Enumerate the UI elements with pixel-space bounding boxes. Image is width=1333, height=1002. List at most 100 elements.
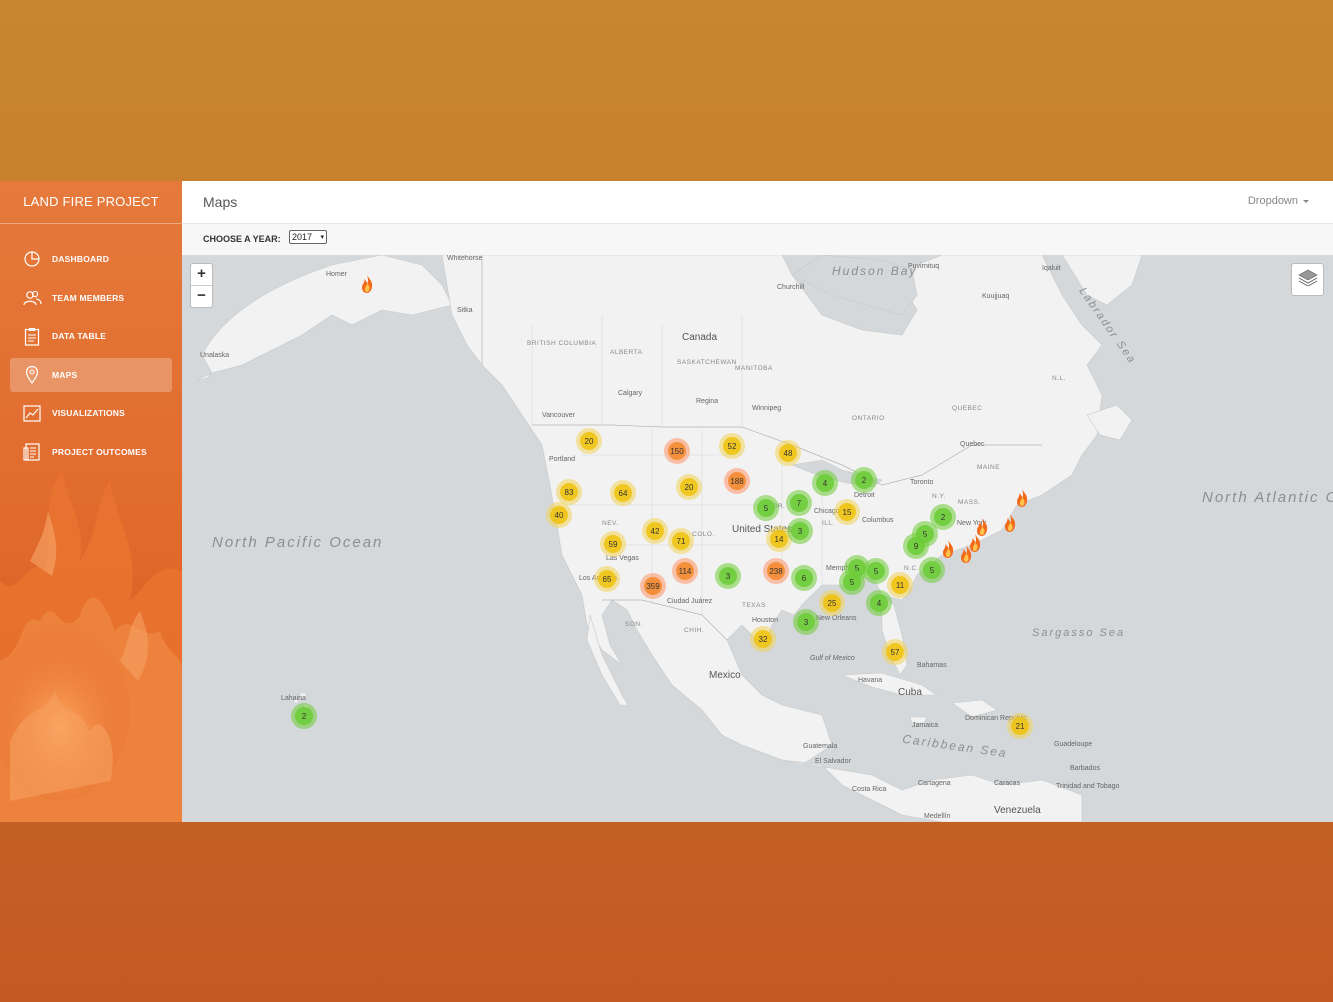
cluster-marker[interactable]: 7 (786, 490, 812, 516)
cluster-marker[interactable]: 3 (715, 563, 741, 589)
place-label: Guadeloupe (1054, 741, 1093, 748)
cluster-marker[interactable]: 4 (812, 470, 838, 496)
cluster-count: 150 (668, 442, 686, 460)
cluster-marker[interactable]: 188 (724, 468, 750, 494)
cluster-marker[interactable]: 52 (719, 433, 745, 459)
cluster-marker[interactable]: 3 (793, 609, 819, 635)
region-label: ILL. (822, 520, 835, 527)
region-label: N.C. (904, 565, 919, 572)
cluster-marker[interactable]: 21 (1007, 713, 1033, 739)
cluster-marker[interactable]: 9 (903, 533, 929, 559)
region-label: N.Y. (932, 493, 946, 500)
fire-icon[interactable] (940, 539, 956, 559)
cluster-marker[interactable]: 5 (753, 495, 779, 521)
region-label: COLO. (692, 531, 715, 538)
cluster-marker[interactable]: 2 (851, 467, 877, 493)
filter-bar: CHOOSE A YEAR: 2017 ▾ (182, 224, 1333, 255)
cluster-count: 71 (672, 532, 690, 550)
place-label: Barbados (1070, 765, 1100, 772)
cluster-marker[interactable]: 42 (642, 518, 668, 544)
cluster-count: 5 (757, 499, 775, 517)
sidebar-item-maps[interactable]: MAPS (10, 357, 172, 392)
cluster-marker[interactable]: 65 (594, 566, 620, 592)
document-icon (21, 441, 43, 463)
sea-label-hudson-bay: Hudson Bay (832, 264, 918, 278)
cluster-marker[interactable]: 20 (676, 474, 702, 500)
cluster-count: 359 (644, 577, 662, 595)
cluster-count: 11 (891, 576, 909, 594)
cluster-marker[interactable]: 5 (839, 569, 865, 595)
sidebar-item-label: VISUALIZATIONS (52, 408, 126, 418)
cluster-marker[interactable]: 25 (819, 590, 845, 616)
cluster-count: 59 (604, 535, 622, 553)
place-label: Houston (752, 617, 779, 624)
place-label: Kuujjuaq (982, 293, 1010, 300)
map-canvas[interactable]: North Pacific Ocean North Atlantic Ocean… (182, 255, 1333, 822)
cluster-marker[interactable]: 48 (775, 440, 801, 466)
cluster-count: 3 (797, 613, 815, 631)
team-icon (21, 287, 43, 309)
cluster-count: 52 (723, 437, 741, 455)
place-label: Lahaina (281, 695, 306, 702)
fire-icon[interactable] (958, 544, 974, 564)
place-label: Iqaluit (1042, 265, 1061, 272)
cluster-marker[interactable]: 359 (640, 573, 666, 599)
place-label: Havana (858, 677, 883, 684)
cluster-marker[interactable]: 40 (546, 502, 572, 528)
place-label: Columbus (862, 517, 894, 524)
fire-icon[interactable] (1014, 488, 1030, 508)
place-label: Costa Rica (852, 786, 887, 793)
cluster-marker[interactable]: 5 (863, 558, 889, 584)
dropdown-label: Dropdown (1247, 195, 1298, 207)
place-label: Detroit (854, 492, 875, 499)
brand-title[interactable]: LAND FIRE PROJECT (0, 181, 182, 224)
cluster-count: 21 (1011, 717, 1029, 735)
fire-icon[interactable] (1002, 513, 1018, 533)
sidebar-item-dashboard[interactable]: DASHBOARD (10, 242, 172, 276)
sidebar-item-label: DASHBOARD (52, 254, 110, 264)
sidebar-item-visualizations[interactable]: VISUALIZATIONS (10, 396, 172, 430)
ocean-label-pacific: North Pacific Ocean (212, 534, 384, 551)
cluster-marker[interactable]: 59 (600, 531, 626, 557)
cluster-count: 5 (923, 561, 941, 579)
layers-icon (1297, 268, 1318, 291)
place-label: Trinidad and Tobago (1056, 783, 1120, 790)
sidebar-item-team-members[interactable]: TEAM MEMBERS (10, 281, 172, 315)
cluster-marker[interactable]: 64 (610, 480, 636, 506)
region-label: ONTARIO (852, 415, 885, 422)
zoom-out-button[interactable]: − (191, 286, 212, 307)
region-label: TEXAS (742, 602, 766, 609)
zoom-in-button[interactable]: + (191, 264, 212, 286)
dropdown-menu[interactable]: Dropdown (1248, 195, 1309, 207)
dashboard-icon (21, 248, 43, 270)
fire-icon[interactable] (359, 274, 375, 294)
cluster-marker[interactable]: 15 (834, 499, 860, 525)
cluster-marker[interactable]: 4 (866, 590, 892, 616)
cluster-marker[interactable]: 32 (750, 626, 776, 652)
place-label: Guatemala (803, 743, 838, 750)
cluster-marker[interactable]: 71 (668, 528, 694, 554)
region-label: NEV. (602, 520, 619, 527)
cluster-marker[interactable]: 5 (919, 557, 945, 583)
cluster-marker[interactable]: 11 (887, 572, 913, 598)
place-label: Regina (696, 398, 719, 405)
country-label-venezuela: Venezuela (994, 805, 1041, 816)
cluster-marker[interactable]: 238 (763, 558, 789, 584)
cluster-count: 2 (295, 707, 313, 725)
place-label: Whitehorse (447, 255, 483, 262)
cluster-marker[interactable]: 114 (672, 558, 698, 584)
cluster-marker[interactable]: 150 (664, 438, 690, 464)
sidebar-item-data-table[interactable]: DATA TABLE (10, 319, 172, 353)
place-label: Jamaica (912, 722, 939, 729)
cluster-marker[interactable]: 6 (791, 565, 817, 591)
region-label: MANITOBA (735, 365, 773, 372)
cluster-marker[interactable]: 2 (291, 703, 317, 729)
layers-button[interactable] (1291, 263, 1324, 296)
cluster-marker[interactable]: 57 (882, 639, 908, 665)
cluster-marker[interactable]: 20 (576, 428, 602, 454)
region-label: N.L. (1052, 375, 1066, 382)
sidebar-item-label: PROJECT OUTCOMES (52, 446, 147, 457)
cluster-marker[interactable]: 3 (787, 518, 813, 544)
year-select[interactable]: 2017 ▾ (289, 230, 327, 244)
sidebar-item-project-outcomes[interactable]: PROJECT OUTCOMES (10, 435, 172, 469)
